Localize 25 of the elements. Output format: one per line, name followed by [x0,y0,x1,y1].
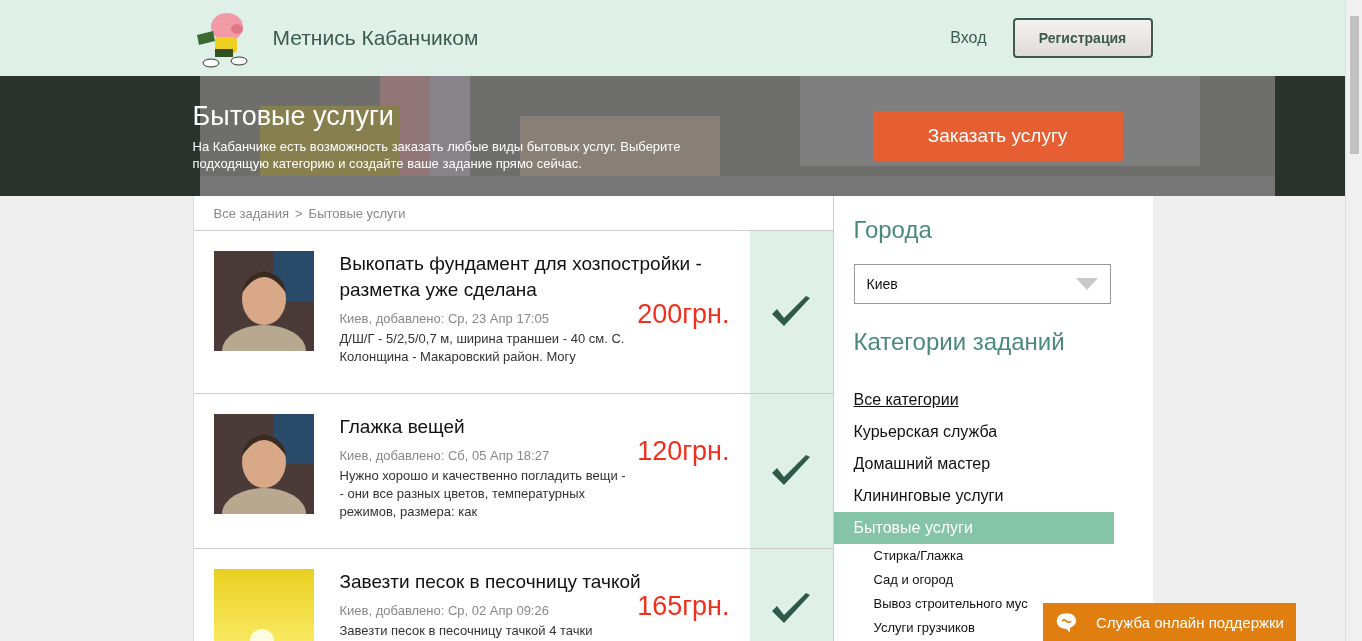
section-heading: Категории заданий [853,328,1066,356]
task-description: Д/Ш/Г - 5/2,5/0,7 м, ширина траншеи - 40 см. С. Колонщина - Макаровский район. Могу [339,330,626,366]
task-meta: Киев, добавлено: Ср, 02 Апр 09:26 [339,603,550,618]
task-description: Завезти песок в песочницу тачкой 4 тачки [339,622,594,640]
city-select[interactable]: Киев [853,264,1111,304]
breadcrumb-link[interactable]: Все задания [213,205,289,221]
task-meta: Киев, добавлено: Ср, 23 Апр 17:05 [339,311,550,326]
subcategory-link[interactable]: Стирка/Глажка [873,546,964,566]
breadcrumb-separator: > [295,205,303,221]
subcategory-link[interactable]: Услуги грузчиков [873,618,975,638]
category-link[interactable]: Домашний мастер [833,448,1114,480]
register-button[interactable]: Регистрация [1012,18,1153,58]
breadcrumb-link[interactable]: Бытовые услуги [308,205,406,221]
category-link[interactable]: Все категории [833,384,1114,416]
page-title: Бытовые услуги [192,100,395,132]
subcategory-link[interactable]: Вывоз строительного мус [873,594,1028,614]
task-meta: Киев, добавлено: Сб, 05 Апр 18:27 [339,448,551,463]
section-heading: Города [853,216,933,244]
page-description: На Кабанчике есть возможность заказать любые виды бытовых услуг. Выберите подходящую категорию и создайте ваше задание прямо сейчас. [192,137,682,172]
login-link[interactable]: Вход [950,29,987,47]
brand-name: Метнись Кабанчиком [272,26,480,50]
task-description: Нужно хорошо и качественно погладить вещи -- они все разных цветов, температурных режимов, размера: как [339,467,627,521]
category-link[interactable]: Клининговые услуги [833,480,1114,512]
subcategory-link[interactable]: Сад и огород [873,570,953,590]
category-link[interactable]: Курьерская служба [833,416,1114,448]
